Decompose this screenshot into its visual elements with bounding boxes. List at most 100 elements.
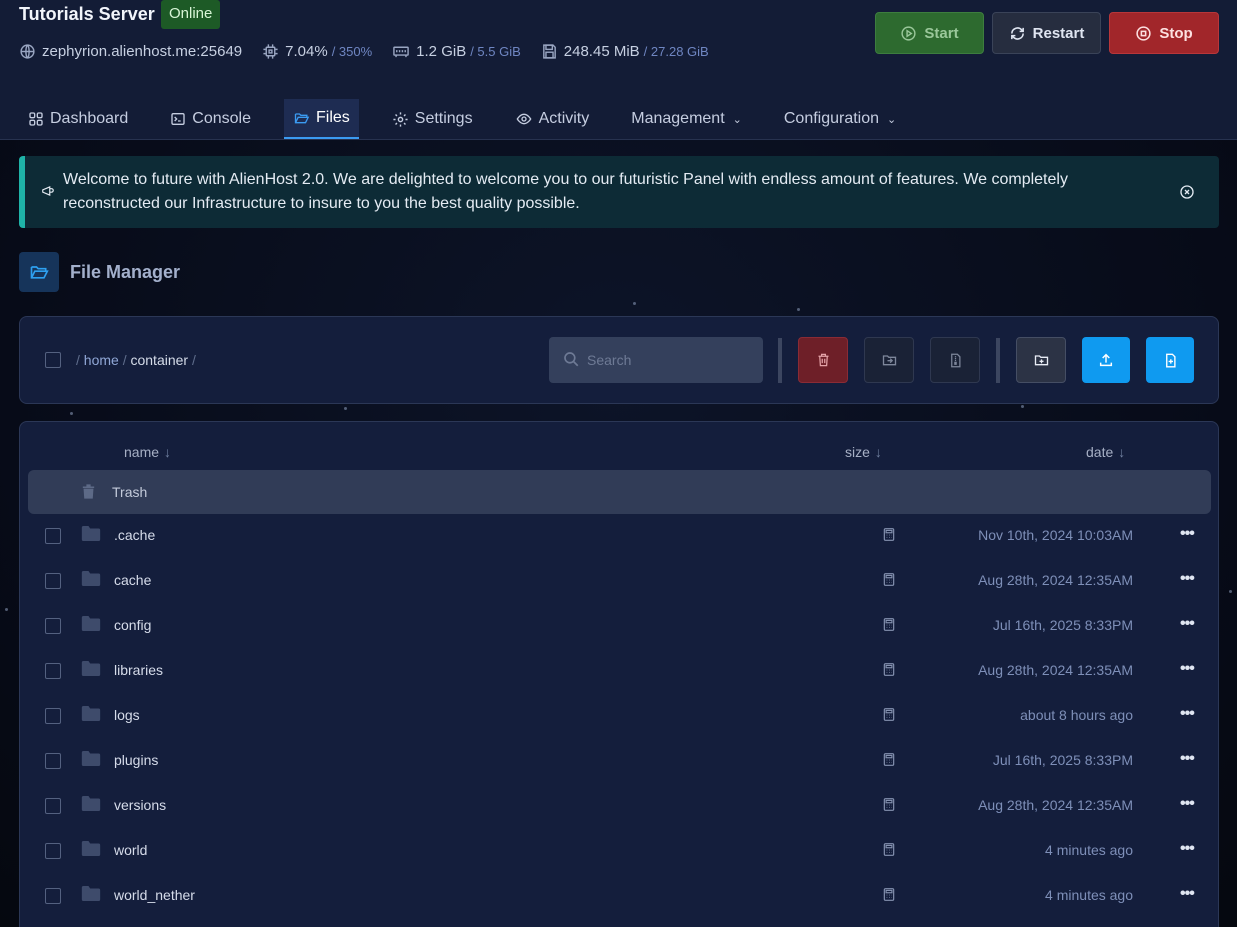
calculator-icon[interactable] xyxy=(882,707,896,722)
breadcrumb-current[interactable]: container xyxy=(130,352,188,368)
table-row[interactable]: world 4 minutes ago ••• xyxy=(20,829,1218,874)
file-name[interactable]: cache xyxy=(114,572,151,588)
file-manager-icon xyxy=(19,252,59,292)
cpu-icon xyxy=(263,44,278,59)
upload-button[interactable] xyxy=(1082,337,1130,383)
file-name[interactable]: versions xyxy=(114,797,166,813)
tab-settings[interactable]: Settings xyxy=(383,99,482,139)
move-button[interactable] xyxy=(864,337,914,383)
calculator-icon[interactable] xyxy=(882,527,896,542)
disk-stat: 248.45 MiB / 27.28 GiB xyxy=(541,43,709,60)
chevron-down-icon: ⌄ xyxy=(887,113,897,126)
gear-icon xyxy=(393,111,408,127)
row-checkbox[interactable] xyxy=(45,528,61,544)
file-name[interactable]: .cache xyxy=(114,527,155,543)
table-row[interactable]: libraries Aug 28th, 2024 12:35AM ••• xyxy=(20,649,1218,694)
trash-row[interactable]: Trash xyxy=(28,470,1211,514)
file-name[interactable]: world_nether xyxy=(114,887,195,903)
column-header-name[interactable]: name ↓ xyxy=(124,444,171,460)
more-options-icon[interactable]: ••• xyxy=(1180,795,1195,813)
restart-button[interactable]: Restart xyxy=(992,12,1101,54)
folder-open-icon xyxy=(30,266,49,279)
more-options-icon[interactable]: ••• xyxy=(1180,660,1195,678)
archive-button[interactable] xyxy=(930,337,980,383)
column-header-size[interactable]: size ↓ xyxy=(845,444,882,460)
file-name[interactable]: plugins xyxy=(114,752,158,768)
breadcrumb-home[interactable]: home xyxy=(84,352,119,368)
megaphone-icon xyxy=(42,186,54,196)
more-options-icon[interactable]: ••• xyxy=(1180,525,1195,543)
file-name[interactable]: logs xyxy=(114,707,140,723)
stop-label: Stop xyxy=(1159,24,1193,42)
new-file-button[interactable] xyxy=(1146,337,1194,383)
table-row[interactable]: versions Aug 28th, 2024 12:35AM ••• xyxy=(20,784,1218,829)
row-checkbox[interactable] xyxy=(45,798,61,814)
file-date: Aug 28th, 2024 12:35AM xyxy=(978,662,1133,678)
disk-limit: / 27.28 GiB xyxy=(643,44,709,59)
file-plus-icon xyxy=(1165,353,1176,367)
calculator-icon[interactable] xyxy=(882,752,896,767)
disk-usage: 248.45 MiB xyxy=(563,43,640,60)
sort-arrow-icon: ↓ xyxy=(874,444,882,460)
file-date: Jul 16th, 2025 8:33PM xyxy=(992,617,1133,633)
row-checkbox[interactable] xyxy=(45,753,61,769)
row-checkbox[interactable] xyxy=(45,618,61,634)
announcement-alert: Welcome to future with AlienHost 2.0. We… xyxy=(19,156,1219,228)
more-options-icon[interactable]: ••• xyxy=(1180,840,1195,858)
calculator-icon[interactable] xyxy=(882,662,896,677)
tab-label: Files xyxy=(315,109,350,126)
server-stats: zephyrion.alienhost.me:25649 7.04% / 350… xyxy=(19,43,729,60)
more-options-icon[interactable]: ••• xyxy=(1180,750,1195,768)
stop-button[interactable]: Stop xyxy=(1109,12,1219,54)
close-icon[interactable] xyxy=(1179,184,1195,200)
row-checkbox[interactable] xyxy=(45,708,61,724)
more-options-icon[interactable]: ••• xyxy=(1180,570,1195,588)
more-options-icon[interactable]: ••• xyxy=(1180,885,1195,903)
tab-files[interactable]: Files xyxy=(283,99,359,139)
tab-dashboard[interactable]: Dashboard xyxy=(19,99,137,139)
memory-usage: 1.2 GiB xyxy=(416,43,467,60)
row-checkbox[interactable] xyxy=(45,573,61,589)
calculator-icon[interactable] xyxy=(882,842,896,857)
file-name[interactable]: libraries xyxy=(114,662,163,678)
folder-icon xyxy=(81,751,101,766)
tab-configuration[interactable]: Configuration ⌄ xyxy=(775,99,905,139)
server-title: Tutorials Server xyxy=(19,4,155,24)
server-header: Tutorials Server Online zephyrion.alienh… xyxy=(0,0,1237,140)
table-row[interactable]: config Jul 16th, 2025 8:33PM ••• xyxy=(20,604,1218,649)
table-row[interactable]: .cache Nov 10th, 2024 10:03AM ••• xyxy=(20,514,1218,559)
calculator-icon[interactable] xyxy=(882,572,896,587)
folder-move-icon xyxy=(882,355,896,366)
table-row[interactable]: cache Aug 28th, 2024 12:35AM ••• xyxy=(20,559,1218,604)
trash-icon xyxy=(818,353,828,367)
file-name[interactable]: config xyxy=(114,617,151,633)
more-options-icon[interactable]: ••• xyxy=(1180,705,1195,723)
new-folder-button[interactable] xyxy=(1016,337,1066,383)
sort-arrow-icon: ↓ xyxy=(1118,444,1126,460)
search-input[interactable] xyxy=(587,349,757,371)
folder-icon xyxy=(81,706,101,721)
calculator-icon[interactable] xyxy=(882,617,896,632)
row-checkbox[interactable] xyxy=(45,663,61,679)
row-checkbox[interactable] xyxy=(45,843,61,859)
tab-management[interactable]: Management ⌄ xyxy=(622,99,751,139)
table-row[interactable]: world_nether 4 minutes ago ••• xyxy=(20,874,1218,919)
file-name[interactable]: world xyxy=(114,842,147,858)
start-button[interactable]: Start xyxy=(875,12,984,54)
tab-label: Configuration xyxy=(783,110,880,127)
select-all-checkbox[interactable] xyxy=(45,352,61,368)
table-row[interactable]: plugins Jul 16th, 2025 8:33PM ••• xyxy=(20,739,1218,784)
calculator-icon[interactable] xyxy=(882,797,896,812)
tab-label: Settings xyxy=(414,110,473,127)
trash-icon xyxy=(82,484,95,499)
calculator-icon[interactable] xyxy=(882,887,896,902)
upload-icon xyxy=(1099,353,1113,367)
row-checkbox[interactable] xyxy=(45,888,61,904)
trash-label: Trash xyxy=(112,484,148,500)
table-row[interactable]: logs about 8 hours ago ••• xyxy=(20,694,1218,739)
more-options-icon[interactable]: ••• xyxy=(1180,615,1195,633)
tab-activity[interactable]: Activity xyxy=(506,99,599,139)
tab-console[interactable]: Console xyxy=(161,99,260,139)
column-header-date[interactable]: date ↓ xyxy=(1086,444,1125,460)
delete-button[interactable] xyxy=(798,337,848,383)
